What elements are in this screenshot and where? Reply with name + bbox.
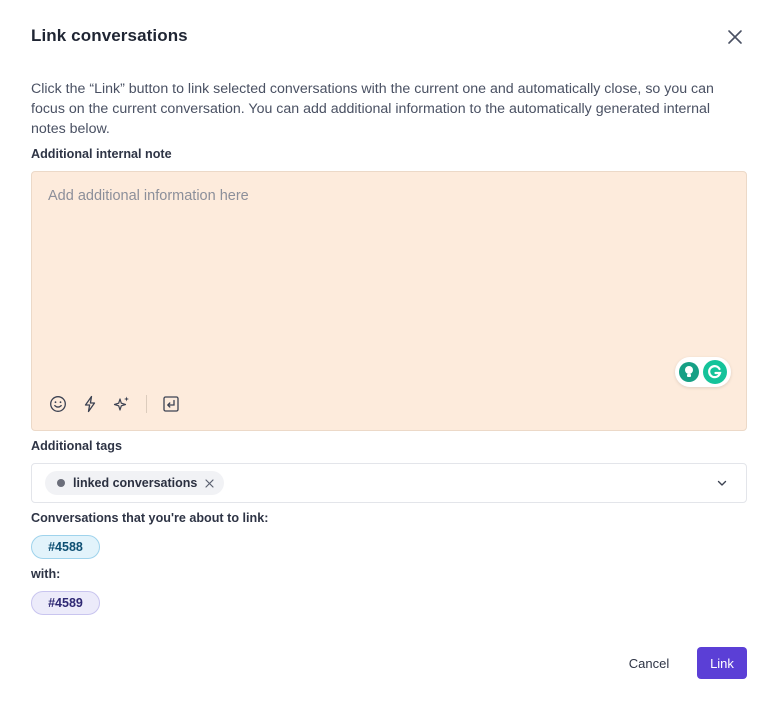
toolbar-divider [146, 395, 147, 413]
note-placeholder: Add additional information here [48, 188, 249, 204]
dialog-description: Click the “Link” button to link selected… [31, 81, 714, 137]
remove-tag-button[interactable] [205, 478, 214, 488]
close-icon [728, 30, 742, 44]
sparkles-icon [113, 396, 129, 411]
tag-color-dot [57, 479, 65, 487]
lightbulb-icon[interactable] [679, 362, 699, 382]
shortcuts-button[interactable] [78, 392, 102, 416]
note-label: Additional internal note [31, 147, 172, 161]
link-button[interactable]: Link [697, 647, 747, 679]
cancel-button[interactable]: Cancel [620, 647, 678, 679]
tags-label: Additional tags [31, 439, 122, 453]
lightning-icon [84, 395, 96, 413]
with-label: with: [31, 567, 61, 581]
emoji-icon [50, 396, 66, 412]
emoji-button[interactable] [46, 392, 70, 416]
tag-chip: linked conversations [45, 471, 225, 495]
link-conversations-dialog: Link conversations Click the “Link” butt… [0, 0, 777, 709]
tags-select[interactable]: linked conversations [31, 463, 747, 503]
internal-note-editor[interactable]: Add additional information here [31, 171, 747, 431]
grammarly-widget[interactable] [675, 357, 731, 387]
chevron-down-icon[interactable] [715, 476, 729, 490]
dialog-title: Link conversations [31, 26, 188, 45]
close-icon [205, 478, 214, 488]
insert-shortcut-button[interactable] [159, 392, 183, 416]
close-button[interactable] [723, 25, 747, 49]
grammarly-icon[interactable] [703, 360, 727, 384]
shortcut-icon [163, 396, 179, 412]
note-toolbar [46, 392, 191, 416]
conversations-label: Conversations that you're about to link: [31, 511, 269, 525]
ai-assist-button[interactable] [110, 392, 134, 416]
source-conversation-badge: #4588 [31, 535, 100, 559]
target-conversation-badge: #4589 [31, 591, 100, 615]
tag-label: linked conversations [73, 476, 198, 490]
